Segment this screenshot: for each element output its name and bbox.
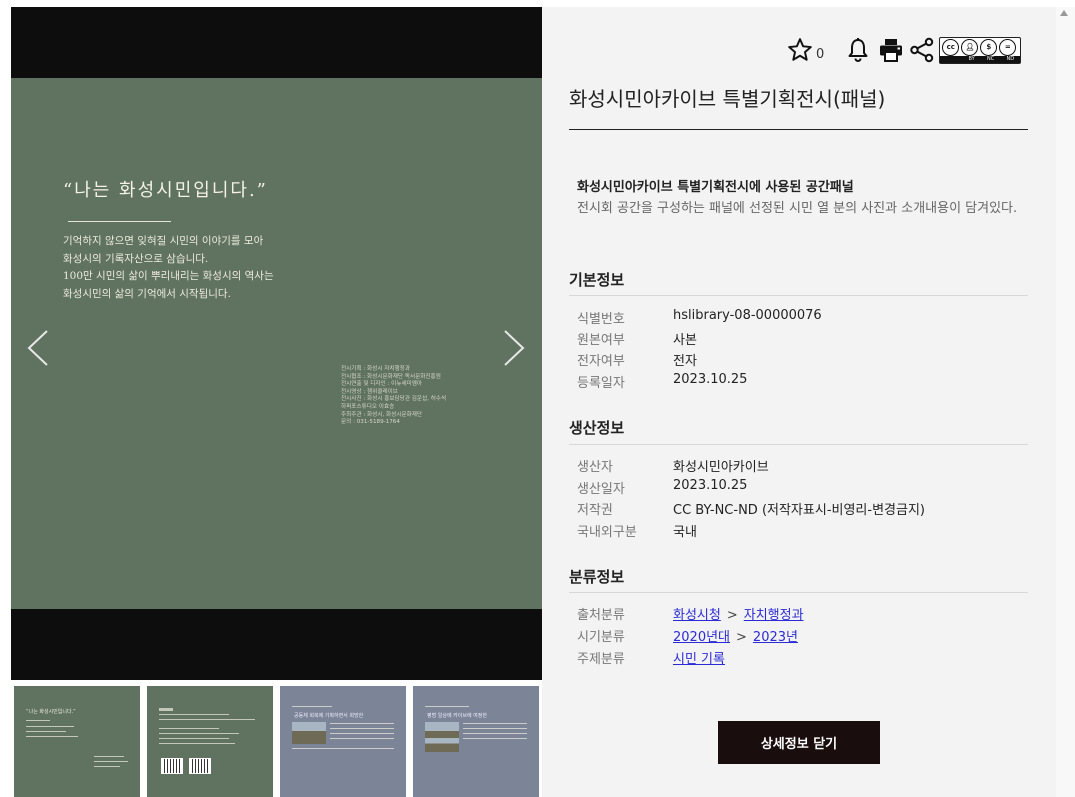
thumbnail-heading: 평범 일상에 카이브에 여정한 bbox=[427, 713, 487, 719]
next-image-button[interactable] bbox=[499, 328, 529, 368]
print-button[interactable] bbox=[878, 37, 904, 63]
star-icon bbox=[788, 38, 812, 61]
subject-category-link[interactable]: 시민 기록 bbox=[673, 652, 725, 667]
thumbnail-1[interactable]: “나는 화성시민입니다.” bbox=[14, 686, 140, 797]
section-divider bbox=[569, 592, 1028, 593]
period-subcategory-link[interactable]: 2023년 bbox=[753, 630, 798, 645]
info-value: 2020년대 >2023년 bbox=[673, 626, 798, 645]
panel-line: 기억하지 않으면 잊혀질 시민의 이야기를 모아 bbox=[63, 235, 264, 247]
section-divider bbox=[569, 295, 1028, 296]
print-icon bbox=[880, 39, 903, 62]
info-label: 시기분류 bbox=[577, 630, 625, 645]
info-value: 2023.10.25 bbox=[673, 478, 748, 493]
summary-description: 전시회 공간을 구성하는 패널에 선정된 시민 열 분의 사진과 소개내용이 담… bbox=[577, 201, 1018, 216]
cc-label: BY bbox=[968, 55, 975, 62]
cc-nc-icon: $ bbox=[980, 38, 998, 56]
breadcrumb-separator: > bbox=[726, 608, 738, 623]
qr-code bbox=[189, 758, 211, 774]
info-value: 시민 기록 bbox=[673, 648, 725, 667]
panel-line: 화성시의 기록자산으로 삼습니다. bbox=[63, 252, 209, 265]
period-category-link[interactable]: 2020년대 bbox=[673, 630, 730, 645]
info-value: 화성시민아카이브 bbox=[673, 460, 769, 475]
info-label: 국내외구분 bbox=[577, 525, 637, 540]
info-label: 생산일자 bbox=[577, 482, 625, 497]
cc-nd-icon: = bbox=[999, 38, 1017, 56]
prev-image-button[interactable] bbox=[23, 328, 53, 368]
cc-icon: cc bbox=[942, 38, 960, 56]
detail-panel: 0 cc 👤︎ $ = BY NC ND 화성시민아카이브 특별기획전시(패널)… bbox=[542, 7, 1056, 797]
thumbnail-title: “나는 화성시민입니다.” bbox=[26, 709, 76, 715]
thumbnail-3[interactable]: 공동체 회복에 기획하면서 희망한 bbox=[280, 686, 406, 797]
chevron-right-icon bbox=[504, 330, 525, 366]
panel-divider bbox=[68, 221, 171, 222]
info-value: 2023.10.25 bbox=[673, 372, 748, 387]
source-category-link[interactable]: 화성시청 bbox=[673, 608, 721, 623]
info-value: 국내 bbox=[673, 525, 697, 540]
section-divider bbox=[569, 444, 1028, 445]
panel-line: 화성시민의 삶의 기억에서 시작됩니다. bbox=[63, 287, 231, 300]
info-label: 저작권 bbox=[577, 503, 613, 518]
action-toolbar: 0 cc 👤︎ $ = BY NC ND bbox=[787, 35, 1022, 65]
thumbnail-heading: 공동체 회복에 기획하면서 희망한 bbox=[294, 713, 364, 719]
basic-info-heading: 기본정보 bbox=[569, 271, 625, 289]
share-button[interactable] bbox=[909, 37, 935, 63]
panel-line: 100만 시민의 삶이 뿌리내리는 화성시의 역사는 bbox=[63, 270, 274, 282]
record-title: 화성시민아카이브 특별기획전시(패널) bbox=[569, 87, 886, 111]
info-label: 생산자 bbox=[577, 460, 613, 475]
page-scrollbar[interactable] bbox=[1056, 7, 1075, 797]
share-icon bbox=[910, 37, 934, 63]
info-label: 주제분류 bbox=[577, 652, 625, 667]
credit-line: 전시사진 : 화성시 홍보담당관 김운섭, 허수석 bbox=[341, 396, 447, 403]
credit-line: 하퍼포스튜디오 이효승 bbox=[341, 403, 395, 410]
title-divider bbox=[569, 129, 1028, 130]
favorite-button[interactable]: 0 bbox=[787, 37, 824, 63]
info-label: 출처분류 bbox=[577, 608, 625, 623]
favorite-count: 0 bbox=[816, 46, 825, 62]
classification-info-heading: 분류정보 bbox=[569, 568, 625, 586]
info-label: 전자여부 bbox=[577, 354, 625, 369]
thumbnail-photo bbox=[292, 722, 326, 744]
production-info-heading: 생산정보 bbox=[569, 419, 625, 437]
qr-code bbox=[161, 758, 183, 774]
thumbnail-2[interactable] bbox=[147, 686, 273, 797]
cc-label: ND bbox=[1006, 55, 1015, 62]
bell-icon bbox=[848, 38, 868, 62]
info-value: 사본 bbox=[673, 333, 697, 348]
alert-button[interactable] bbox=[846, 37, 870, 63]
thumbnail-photo bbox=[425, 738, 459, 752]
panel-body-text: 기억하지 않으면 잊혀질 시민의 이야기를 모아 화성시의 기록자산으로 삼습니… bbox=[63, 233, 274, 303]
cc-label: NC bbox=[986, 55, 995, 62]
panel-quote: “나는 화성시민입니다.” bbox=[63, 180, 268, 201]
info-value: hslibrary-08-00000076 bbox=[673, 308, 822, 323]
cc-by-icon: 👤︎ bbox=[961, 38, 979, 56]
panel-image: “나는 화성시민입니다.” 기억하지 않으면 잊혀질 시민의 이야기를 모아 화… bbox=[11, 78, 542, 609]
cc-license-icon[interactable]: cc 👤︎ $ = BY NC ND bbox=[939, 36, 1022, 64]
credit-line: 문의 : 031-5189-1764 bbox=[341, 419, 400, 426]
thumbnail-strip: “나는 화성시민입니다.” 공동체 회복에 기획하면서 희망한 평범 일상에 카… bbox=[11, 684, 542, 797]
info-label: 등록일자 bbox=[577, 376, 625, 391]
info-value: 화성시청 > 자치행정과 bbox=[673, 604, 804, 623]
close-details-button[interactable]: 상세정보 닫기 bbox=[718, 721, 880, 764]
info-value: 전자 bbox=[673, 354, 697, 369]
scroll-up-icon[interactable] bbox=[1060, 10, 1068, 16]
info-label: 식별번호 bbox=[577, 312, 625, 327]
credit-line: 전시기획 : 화성시 자치행정과 bbox=[341, 366, 410, 372]
credit-line: 전시연출 및 디자인 : 이뉴세미엠아 bbox=[341, 381, 423, 388]
chevron-left-icon bbox=[27, 330, 48, 366]
info-label: 원본여부 bbox=[577, 333, 625, 348]
image-viewer: “나는 화성시민입니다.” 기억하지 않으면 잊혀질 시민의 이야기를 모아 화… bbox=[11, 7, 542, 680]
summary-title: 화성시민아카이브 특별기획전시에 사용된 공간패널 bbox=[577, 180, 854, 195]
breadcrumb-separator: > bbox=[736, 630, 747, 645]
panel-credits: 전시기획 : 화성시 자치행정과 전시협조 : 화성시문화재단 독서문화진흥원 … bbox=[341, 366, 446, 427]
thumbnail-4[interactable]: 평범 일상에 카이브에 여정한 bbox=[413, 686, 539, 797]
info-value: CC BY-NC-ND (저작자표시-비영리-변경금지) bbox=[673, 503, 925, 518]
source-subcategory-link[interactable]: 자치행정과 bbox=[744, 608, 804, 623]
